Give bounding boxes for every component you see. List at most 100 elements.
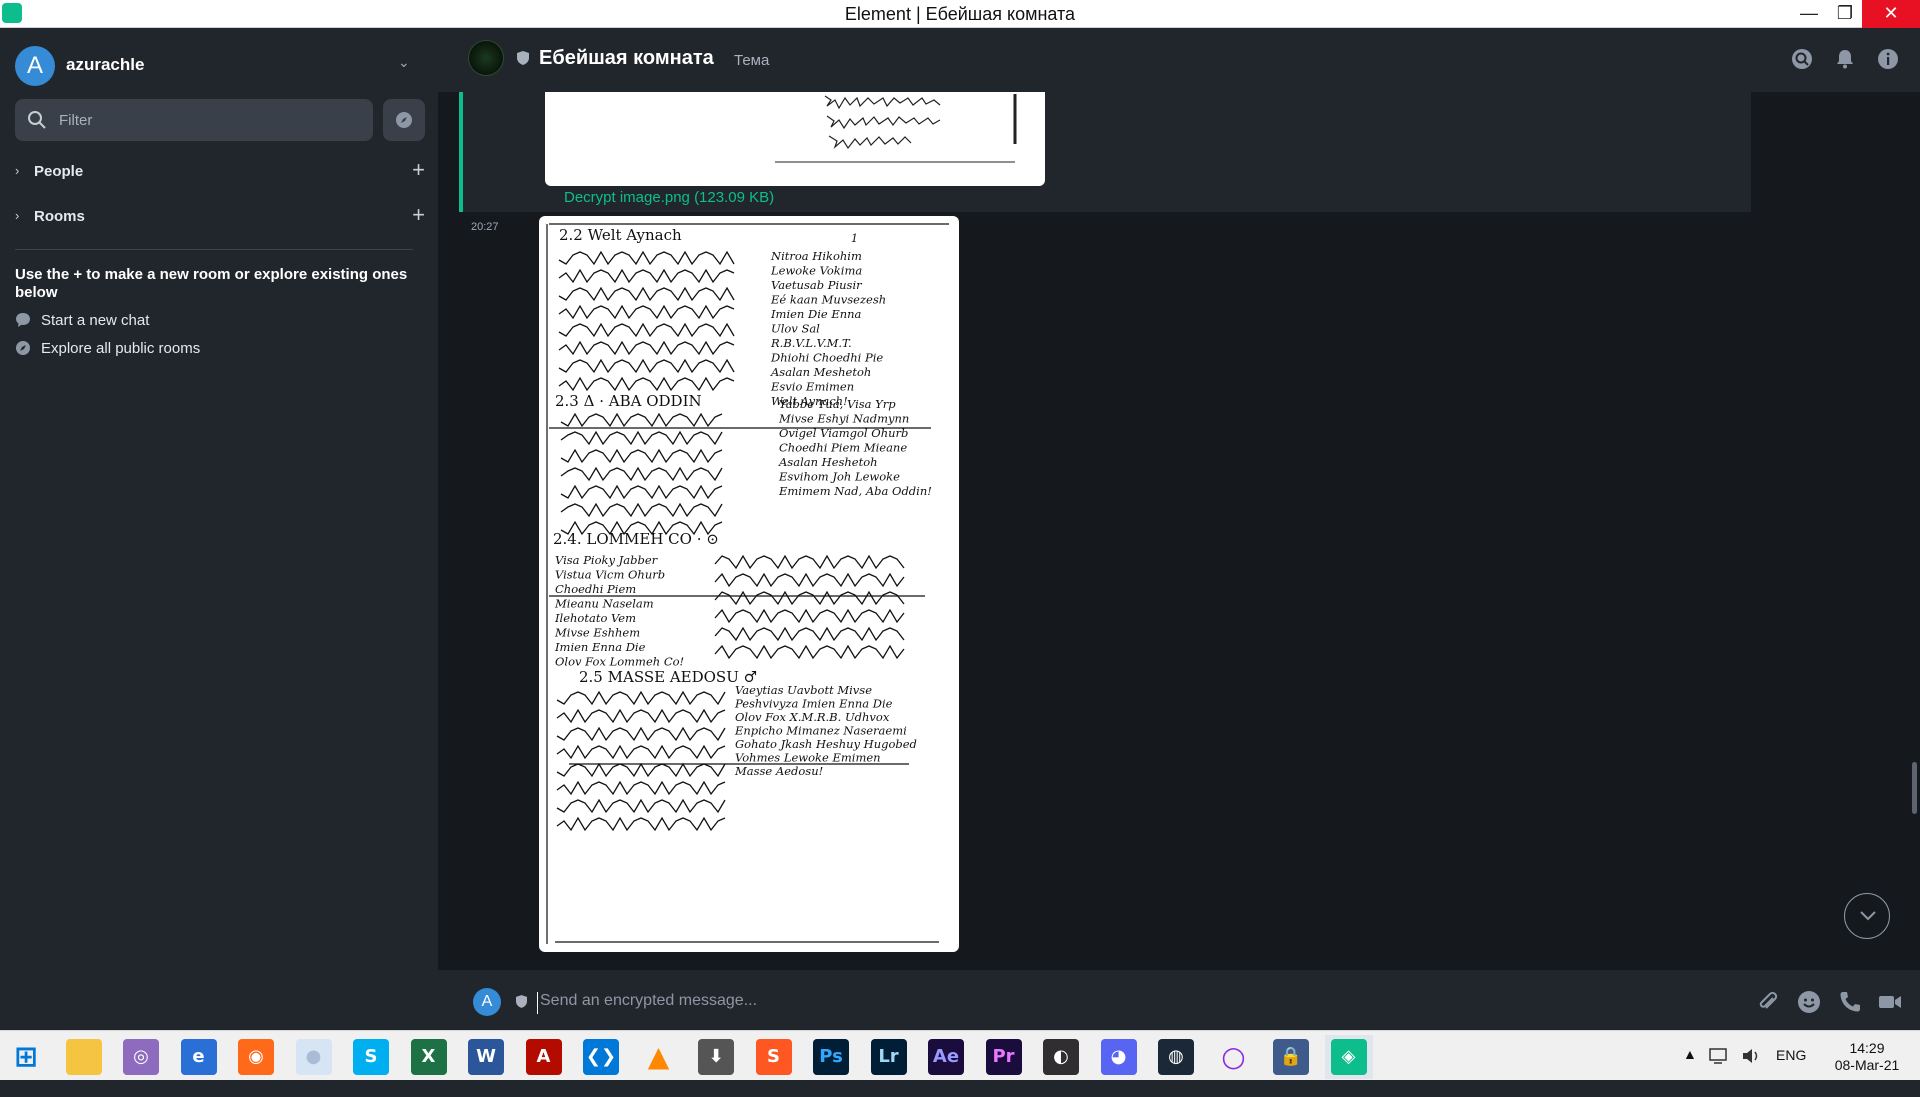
input-language[interactable]: ENG bbox=[1776, 1047, 1806, 1097]
voice-call-icon[interactable] bbox=[1838, 990, 1862, 1014]
room-avatar[interactable] bbox=[468, 40, 504, 76]
maximize-button[interactable]: ❐ bbox=[1826, 0, 1864, 28]
document-section-heading: 2.3 Δ · ABA ODDIN bbox=[555, 392, 702, 410]
taskbar-lightroom[interactable]: Lr bbox=[865, 1035, 913, 1079]
system-clock[interactable]: 14:29 08-Mar-21 bbox=[1822, 1040, 1912, 1074]
section-rooms[interactable]: › Rooms + bbox=[15, 202, 425, 228]
document-text-line: Imien Enna Die bbox=[554, 640, 646, 654]
document-page-number: 1 bbox=[851, 232, 858, 245]
taskbar-moon-app[interactable]: ● bbox=[290, 1035, 338, 1079]
document-text-line: Vaetusab Piusir bbox=[771, 278, 863, 292]
search-icon[interactable] bbox=[1791, 48, 1813, 70]
event-timestamp: 20:27 bbox=[471, 221, 499, 233]
close-button[interactable]: ✕ bbox=[1862, 0, 1920, 28]
taskbar-excel[interactable]: X bbox=[405, 1035, 453, 1079]
start-new-chat-link[interactable]: Start a new chat bbox=[15, 312, 149, 332]
chevron-down-icon[interactable]: ⌄ bbox=[398, 54, 410, 71]
composer-avatar[interactable]: A bbox=[473, 988, 501, 1016]
cipher-glyph-row bbox=[558, 304, 735, 320]
taskbar-photoshop[interactable]: Ps bbox=[807, 1035, 855, 1079]
skype-icon: S bbox=[353, 1039, 389, 1075]
message-input[interactable]: Send an encrypted message... bbox=[537, 992, 1687, 1014]
taskbar-file-explorer[interactable]: ▇ bbox=[60, 1035, 108, 1079]
taskbar-premiere[interactable]: Pr bbox=[980, 1035, 1028, 1079]
document-text-line: Ovigel Viamgol Ohurb bbox=[779, 426, 908, 440]
info-icon[interactable] bbox=[1877, 48, 1899, 70]
cipher-glyph-row bbox=[558, 358, 735, 374]
decrypt-attachment-link[interactable]: Decrypt image.png (123.09 KB) bbox=[564, 189, 774, 206]
cipher-glyph-row bbox=[558, 250, 735, 266]
document-text-line: Esvio Emimen bbox=[770, 380, 854, 394]
cortana-icon: ○ bbox=[1215, 1039, 1252, 1075]
taskbar-ie-browser[interactable]: e bbox=[175, 1035, 223, 1079]
document-text-line: Choedhi Piem Mieane bbox=[779, 441, 907, 455]
word-icon: W bbox=[468, 1039, 504, 1075]
shield-icon bbox=[516, 995, 527, 1008]
compass-icon bbox=[16, 341, 30, 355]
taskbar-element[interactable]: ◈ bbox=[1324, 1035, 1373, 1079]
jump-to-latest-button[interactable] bbox=[1844, 893, 1890, 939]
bell-icon[interactable] bbox=[1834, 48, 1856, 70]
chevron-right-icon[interactable]: › bbox=[15, 163, 19, 178]
taskbar-acrobat[interactable]: A bbox=[520, 1035, 568, 1079]
network-icon[interactable] bbox=[1708, 1045, 1730, 1067]
document-text-line: Asalan Heshetoh bbox=[778, 455, 878, 469]
taskbar-obs[interactable]: ◐ bbox=[1037, 1035, 1085, 1079]
taskbar-vlc[interactable]: ▲ bbox=[635, 1035, 683, 1079]
window-titlebar: Element | Ебейшая комната — ❐ ✕ bbox=[0, 0, 1920, 28]
room-timeline[interactable]: Decrypt image.png (123.09 KB) 20:27 2.2 … bbox=[438, 92, 1920, 970]
chevron-right-icon[interactable]: › bbox=[15, 208, 19, 223]
image-attachment[interactable]: 2.2 Welt Aynach Nitroa Hikohim Lewoke Voki… bbox=[539, 216, 959, 952]
firefox-icon: ◉ bbox=[238, 1039, 274, 1075]
volume-icon[interactable] bbox=[1740, 1045, 1762, 1067]
add-person-button[interactable]: + bbox=[412, 157, 425, 183]
cipher-glyph-row bbox=[560, 502, 723, 518]
room-topic[interactable]: Тема bbox=[734, 52, 769, 69]
document-text-line: Yabbe Tua, Visa Yrp bbox=[779, 397, 896, 411]
user-name[interactable]: azurachle bbox=[66, 55, 144, 75]
section-people[interactable]: › People + bbox=[15, 157, 425, 183]
emoji-icon[interactable] bbox=[1797, 990, 1821, 1014]
previous-image-attachment[interactable] bbox=[545, 92, 1045, 186]
taskbar-skype[interactable]: S bbox=[347, 1035, 395, 1079]
taskbar-vscode[interactable]: ❮❯ bbox=[577, 1035, 625, 1079]
document-text-line: Gohato Jkash Heshuy Hugobed bbox=[735, 737, 917, 751]
room-name[interactable]: Ебейшая комната bbox=[539, 47, 714, 70]
timeline-scrollbar[interactable] bbox=[1912, 762, 1917, 814]
chevron-down-icon bbox=[1860, 911, 1876, 921]
taskbar-discord[interactable]: ◕ bbox=[1095, 1035, 1143, 1079]
document-section-heading: 2.4. LOMMEH CO · ⊙ bbox=[553, 530, 719, 548]
add-room-button[interactable]: + bbox=[412, 202, 425, 228]
document-text-line: Vohmes Lewoke Emimen bbox=[735, 751, 881, 765]
taskbar-keepass[interactable]: 🔒 bbox=[1267, 1035, 1315, 1079]
document-text-line: R.B.V.L.V.M.T. bbox=[770, 336, 852, 350]
divider bbox=[15, 249, 413, 250]
user-avatar[interactable]: A bbox=[15, 46, 55, 86]
tray-overflow-chevron[interactable]: ▲ bbox=[1683, 1046, 1697, 1096]
ie-browser-icon: e bbox=[180, 1039, 217, 1075]
taskbar-start-button[interactable]: ⊞ bbox=[2, 1035, 50, 1079]
cipher-glyph-row bbox=[560, 448, 723, 464]
window-title: Element | Ебейшая комната bbox=[844, 4, 1076, 24]
taskbar-after-effects[interactable]: Ae bbox=[922, 1035, 970, 1079]
video-call-icon[interactable] bbox=[1878, 990, 1902, 1014]
cipher-glyph-row bbox=[714, 590, 905, 606]
taskbar-word[interactable]: W bbox=[462, 1035, 510, 1079]
minimize-button[interactable]: — bbox=[1790, 0, 1828, 28]
taskbar-firefox[interactable]: ◉ bbox=[232, 1035, 280, 1079]
clock-time: 14:29 bbox=[1849, 1040, 1885, 1056]
filter-input[interactable]: Filter bbox=[15, 99, 373, 141]
taskbar-steam[interactable]: ◍ bbox=[1152, 1035, 1200, 1079]
after-effects-icon: Ae bbox=[928, 1039, 964, 1075]
taskbar-cortana[interactable]: ○ bbox=[1210, 1035, 1258, 1079]
taskbar-sublime[interactable]: S bbox=[750, 1035, 798, 1079]
cipher-glyph-row bbox=[558, 322, 735, 338]
explore-public-rooms-link[interactable]: Explore all public rooms bbox=[15, 340, 200, 360]
explore-rooms-button[interactable] bbox=[383, 99, 425, 141]
taskbar-downloader[interactable]: ⬇ bbox=[692, 1035, 740, 1079]
attachment-icon[interactable] bbox=[1756, 990, 1780, 1014]
document-text-line: Nitroa Hikohim bbox=[770, 249, 862, 263]
cipher-glyph-row bbox=[558, 268, 735, 284]
taskbar-torrent[interactable]: ◎ bbox=[117, 1035, 165, 1079]
document-section-heading: 2.5 MASSE AEDOSU ♂ bbox=[579, 668, 757, 686]
